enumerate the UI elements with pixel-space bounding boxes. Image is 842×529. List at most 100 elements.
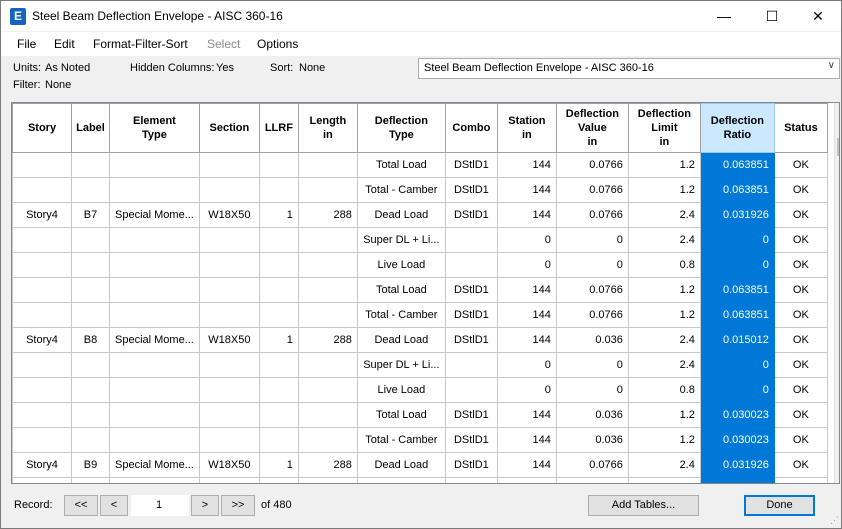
table-cell[interactable]: Dead Load (356, 327, 446, 353)
table-cell[interactable]: 1.2 (627, 402, 701, 428)
table-cell[interactable] (297, 227, 358, 253)
table-cell[interactable] (198, 252, 260, 278)
table-select-dropdown[interactable]: Steel Beam Deflection Envelope - AISC 36… (418, 58, 840, 79)
table-cell[interactable] (71, 277, 110, 303)
table-cell[interactable] (198, 477, 260, 483)
table-cell[interactable] (297, 402, 358, 428)
table-cell[interactable] (444, 227, 498, 253)
column-header[interactable]: Element Type (109, 103, 200, 153)
table-row[interactable]: Super DL + Li... 0 0 2.4 0 OK (12, 227, 828, 253)
column-header[interactable]: Combo (444, 103, 498, 153)
table-row[interactable]: Total - Camber DStlD1 144 0.036 1.2 0.030023 O… (12, 427, 828, 453)
table-cell[interactable]: OK (773, 202, 828, 228)
table-cell[interactable]: Total - Camber (356, 177, 446, 203)
table-cell[interactable]: 0.063851 (699, 277, 775, 303)
done-button[interactable]: Done (744, 495, 815, 516)
table-cell[interactable]: Story4 (12, 452, 72, 478)
table-cell[interactable]: 0.8 (627, 252, 701, 278)
last-record-button[interactable]: >> (221, 495, 255, 516)
menu-format-filter-sort[interactable]: Format-Filter-Sort (93, 37, 188, 51)
table-cell[interactable] (12, 252, 72, 278)
table-cell[interactable]: DStlD1 (444, 427, 498, 453)
column-header[interactable]: LLRF (258, 103, 299, 153)
table-cell[interactable]: W18X50 (198, 202, 260, 228)
table-cell[interactable] (297, 277, 358, 303)
table-cell[interactable]: 0.0766 (555, 277, 629, 303)
table-cell[interactable] (258, 377, 299, 403)
table-cell[interactable]: 0 (496, 252, 557, 278)
table-cell[interactable] (297, 427, 358, 453)
table-cell[interactable]: 0 (555, 352, 629, 378)
table-cell[interactable]: 144 (496, 302, 557, 328)
table-cell[interactable] (356, 477, 446, 483)
table-cell[interactable] (12, 227, 72, 253)
table-cell[interactable]: Total - Camber (356, 427, 446, 453)
table-cell[interactable] (71, 177, 110, 203)
menu-select[interactable]: Select (207, 37, 240, 51)
table-cell[interactable] (258, 402, 299, 428)
table-cell[interactable]: 0 (555, 227, 629, 253)
table-cell[interactable]: Live Load (356, 252, 446, 278)
table-cell[interactable] (109, 177, 200, 203)
table-cell[interactable] (198, 402, 260, 428)
table-cell[interactable] (109, 277, 200, 303)
minimize-icon[interactable]: — (701, 1, 747, 31)
table-cell[interactable] (198, 177, 260, 203)
first-record-button[interactable]: << (64, 495, 98, 516)
table-cell[interactable]: Total Load (356, 277, 446, 303)
table-cell[interactable]: DStlD1 (444, 277, 498, 303)
table-cell[interactable] (297, 152, 358, 178)
table-cell[interactable]: 0.0766 (555, 177, 629, 203)
table-cell[interactable]: Story4 (12, 327, 72, 353)
table-cell[interactable]: OK (773, 152, 828, 178)
table-cell[interactable] (109, 252, 200, 278)
table-cell[interactable] (627, 477, 701, 483)
scroll-down-icon[interactable]: ∨ (835, 470, 839, 481)
table-cell[interactable] (444, 252, 498, 278)
table-cell[interactable]: 0.0766 (555, 452, 629, 478)
table-cell[interactable]: 1 (258, 202, 299, 228)
table-cell[interactable] (198, 277, 260, 303)
scroll-up-icon[interactable]: ∧ (835, 105, 839, 116)
table-cell[interactable] (258, 152, 299, 178)
table-cell[interactable]: 1.2 (627, 277, 701, 303)
table-cell[interactable]: OK (773, 227, 828, 253)
table-cell[interactable]: Total - Camber (356, 302, 446, 328)
table-cell[interactable]: 0.036 (555, 402, 629, 428)
close-icon[interactable]: ✕ (795, 1, 841, 31)
table-cell[interactable]: 0.031926 (699, 202, 775, 228)
next-record-button[interactable]: > (191, 495, 219, 516)
column-header[interactable]: Section (198, 103, 260, 153)
table-cell[interactable] (12, 477, 72, 483)
table-cell[interactable]: DStlD1 (444, 202, 498, 228)
table-cell[interactable] (109, 477, 200, 483)
table-cell[interactable]: 144 (496, 152, 557, 178)
table-cell[interactable] (12, 402, 72, 428)
table-cell[interactable]: 144 (496, 327, 557, 353)
table-cell[interactable]: 2.4 (627, 202, 701, 228)
scroll-thumb[interactable] (837, 138, 839, 156)
table-row[interactable] (12, 477, 828, 483)
table-cell[interactable]: OK (773, 427, 828, 453)
table-cell[interactable] (198, 227, 260, 253)
table-cell[interactable]: 0 (555, 377, 629, 403)
table-cell[interactable] (109, 227, 200, 253)
table-cell[interactable]: DStlD1 (444, 302, 498, 328)
table-cell[interactable] (198, 352, 260, 378)
table-cell[interactable]: Special Mome... (109, 202, 200, 228)
table-cell[interactable]: Dead Load (356, 202, 446, 228)
maximize-icon[interactable]: ☐ (749, 1, 795, 31)
table-cell[interactable]: B7 (71, 202, 110, 228)
table-cell[interactable]: DStlD1 (444, 152, 498, 178)
table-cell[interactable] (258, 302, 299, 328)
table-cell[interactable] (12, 177, 72, 203)
table-cell[interactable] (198, 302, 260, 328)
table-cell[interactable]: 0.0766 (555, 202, 629, 228)
table-cell[interactable]: 0.0766 (555, 302, 629, 328)
table-cell[interactable] (297, 252, 358, 278)
table-cell[interactable] (12, 277, 72, 303)
table-cell[interactable] (109, 427, 200, 453)
table-cell[interactable]: 0 (496, 352, 557, 378)
table-cell[interactable] (198, 427, 260, 453)
table-cell[interactable]: Super DL + Li... (356, 227, 446, 253)
